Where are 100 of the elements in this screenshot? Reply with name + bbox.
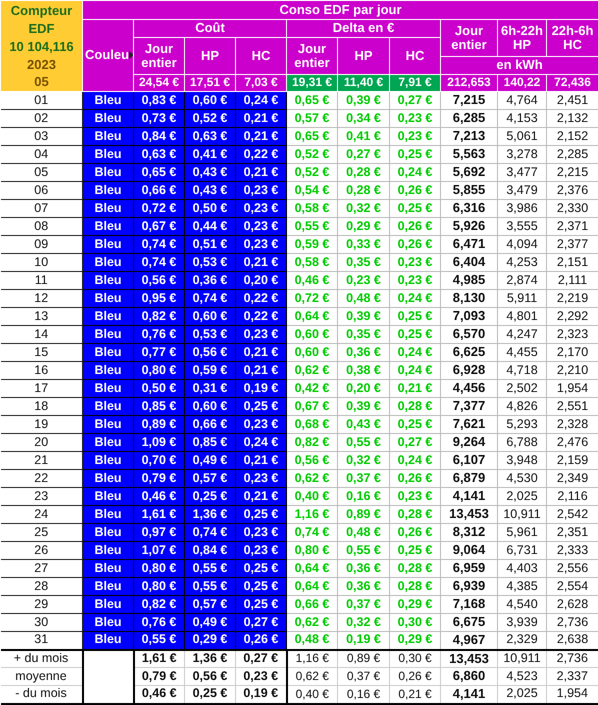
table-cell: 7,093 xyxy=(440,308,498,326)
table-cell: 0,44 € xyxy=(184,218,236,236)
table-cell: Bleu xyxy=(82,254,134,272)
table-cell: 0,46 € xyxy=(134,686,184,704)
table-cell: 4,094 xyxy=(498,236,546,254)
table-cell: 0,25 € xyxy=(236,398,286,416)
table-cell: 0,84 € xyxy=(184,542,236,560)
table-cell: 3,479 xyxy=(498,182,546,200)
table-cell: 0,76 € xyxy=(134,326,184,344)
table-cell: 0,23 € xyxy=(236,524,286,542)
table-cell: 0,43 € xyxy=(338,416,390,434)
table-cell: 4,403 xyxy=(498,560,546,578)
table-cell: 0,33 € xyxy=(338,236,390,254)
table-cell: 0,22 € xyxy=(236,308,286,326)
table-cell: 0,64 € xyxy=(286,560,338,578)
column-header: HP xyxy=(338,38,390,74)
table-cell: 1,36 € xyxy=(184,650,236,668)
table-cell: 0,62 € xyxy=(286,668,338,686)
table-cell: 0,77 € xyxy=(134,344,184,362)
table-title: Conso EDF par jour xyxy=(82,0,598,20)
table-cell: 0,64 € xyxy=(286,308,338,326)
table-cell: 0,74 € xyxy=(184,290,236,308)
table-cell: Bleu xyxy=(82,542,134,560)
table-cell: 19,31 € xyxy=(286,74,338,92)
table-cell: 4,141 xyxy=(440,488,498,506)
table-cell: 0,25 € xyxy=(390,326,440,344)
table-cell: Bleu xyxy=(82,164,134,182)
table-cell: Bleu xyxy=(82,218,134,236)
table-cell: 0,60 € xyxy=(184,92,236,110)
table-cell: 0,27 € xyxy=(390,434,440,452)
table-cell: 07 xyxy=(0,200,82,218)
table-cell: 0,25 € xyxy=(184,686,236,704)
table-cell: 5,692 xyxy=(440,164,498,182)
table-cell: 0,64 € xyxy=(286,578,338,596)
table-cell: 0,25 € xyxy=(390,416,440,434)
row-label: + du mois xyxy=(0,650,82,668)
table-cell: 0,89 € xyxy=(338,650,390,668)
table-cell: 4,141 xyxy=(440,686,498,704)
table-cell: Bleu xyxy=(82,128,134,146)
table-cell: 0,27 € xyxy=(236,614,286,632)
table-cell: 0,43 € xyxy=(184,182,236,200)
table-cell: 29 xyxy=(0,596,82,614)
table-cell: 6,860 xyxy=(440,668,498,686)
table-cell: 2,874 xyxy=(498,272,546,290)
table-cell: 0,25 € xyxy=(390,308,440,326)
table-cell: 7,91 € xyxy=(390,74,440,92)
table-cell: 0,31 € xyxy=(184,380,236,398)
table-cell: 0,25 € xyxy=(390,146,440,164)
table-cell: 0,37 € xyxy=(338,596,390,614)
table-cell: 0,36 € xyxy=(338,560,390,578)
table-cell: Bleu xyxy=(82,434,134,452)
table-cell: 18 xyxy=(0,398,82,416)
table-cell: 0,36 € xyxy=(338,578,390,596)
table-cell: 0,56 € xyxy=(184,344,236,362)
table-cell: 0,66 € xyxy=(134,182,184,200)
table-cell: 1,61 € xyxy=(134,650,184,668)
table-cell: 0,65 € xyxy=(286,128,338,146)
table-cell: 10,911 xyxy=(498,650,546,668)
table-cell: 1,16 € xyxy=(286,650,338,668)
table-cell: 3,939 xyxy=(498,614,546,632)
table-cell: 5,293 xyxy=(498,416,546,434)
table-cell: 0,28 € xyxy=(390,398,440,416)
table-cell: 0,16 € xyxy=(338,488,390,506)
table-cell: 6,788 xyxy=(498,434,546,452)
table-cell: 0,80 € xyxy=(134,578,184,596)
table-cell: 1,07 € xyxy=(134,542,184,560)
table-cell: 0,37 € xyxy=(338,470,390,488)
year-label: 2023 xyxy=(27,56,56,73)
table-cell: Bleu xyxy=(82,398,134,416)
table-cell: 0,23 € xyxy=(390,110,440,128)
table-cell: 0,16 € xyxy=(338,686,390,704)
table-cell: 0,37 € xyxy=(338,668,390,686)
table-cell: 03 xyxy=(0,128,82,146)
table-cell: 0,70 € xyxy=(134,452,184,470)
table-cell: 0,74 € xyxy=(286,524,338,542)
table-cell: 0,74 € xyxy=(184,524,236,542)
table-cell: 0,25 € xyxy=(390,200,440,218)
table-cell: 6,404 xyxy=(440,254,498,272)
table-cell: Bleu xyxy=(82,560,134,578)
table-cell: 12 xyxy=(0,290,82,308)
table-cell: 140,22 xyxy=(498,74,546,92)
table-cell: 4,985 xyxy=(440,272,498,290)
table-cell: 0,48 € xyxy=(338,524,390,542)
table-cell: 24 xyxy=(0,506,82,524)
table-cell: 0,21 € xyxy=(236,164,286,182)
table-cell: 7,213 xyxy=(440,128,498,146)
table-cell: 0,65 € xyxy=(134,164,184,182)
table-cell: 3,477 xyxy=(498,164,546,182)
table-cell: 0,23 € xyxy=(236,182,286,200)
table-cell: 0,35 € xyxy=(338,254,390,272)
table-cell: 0,21 € xyxy=(236,452,286,470)
table-cell: 0,74 € xyxy=(134,254,184,272)
table-cell: 10 xyxy=(0,254,82,272)
table-cell: 0,55 € xyxy=(134,632,184,650)
table-cell: 5,926 xyxy=(440,218,498,236)
table-cell: Bleu xyxy=(82,344,134,362)
table-cell: 0,83 € xyxy=(134,92,184,110)
table-cell: 10,911 xyxy=(498,506,546,524)
table-cell: 6,675 xyxy=(440,614,498,632)
table-cell: 1,36 € xyxy=(184,506,236,524)
